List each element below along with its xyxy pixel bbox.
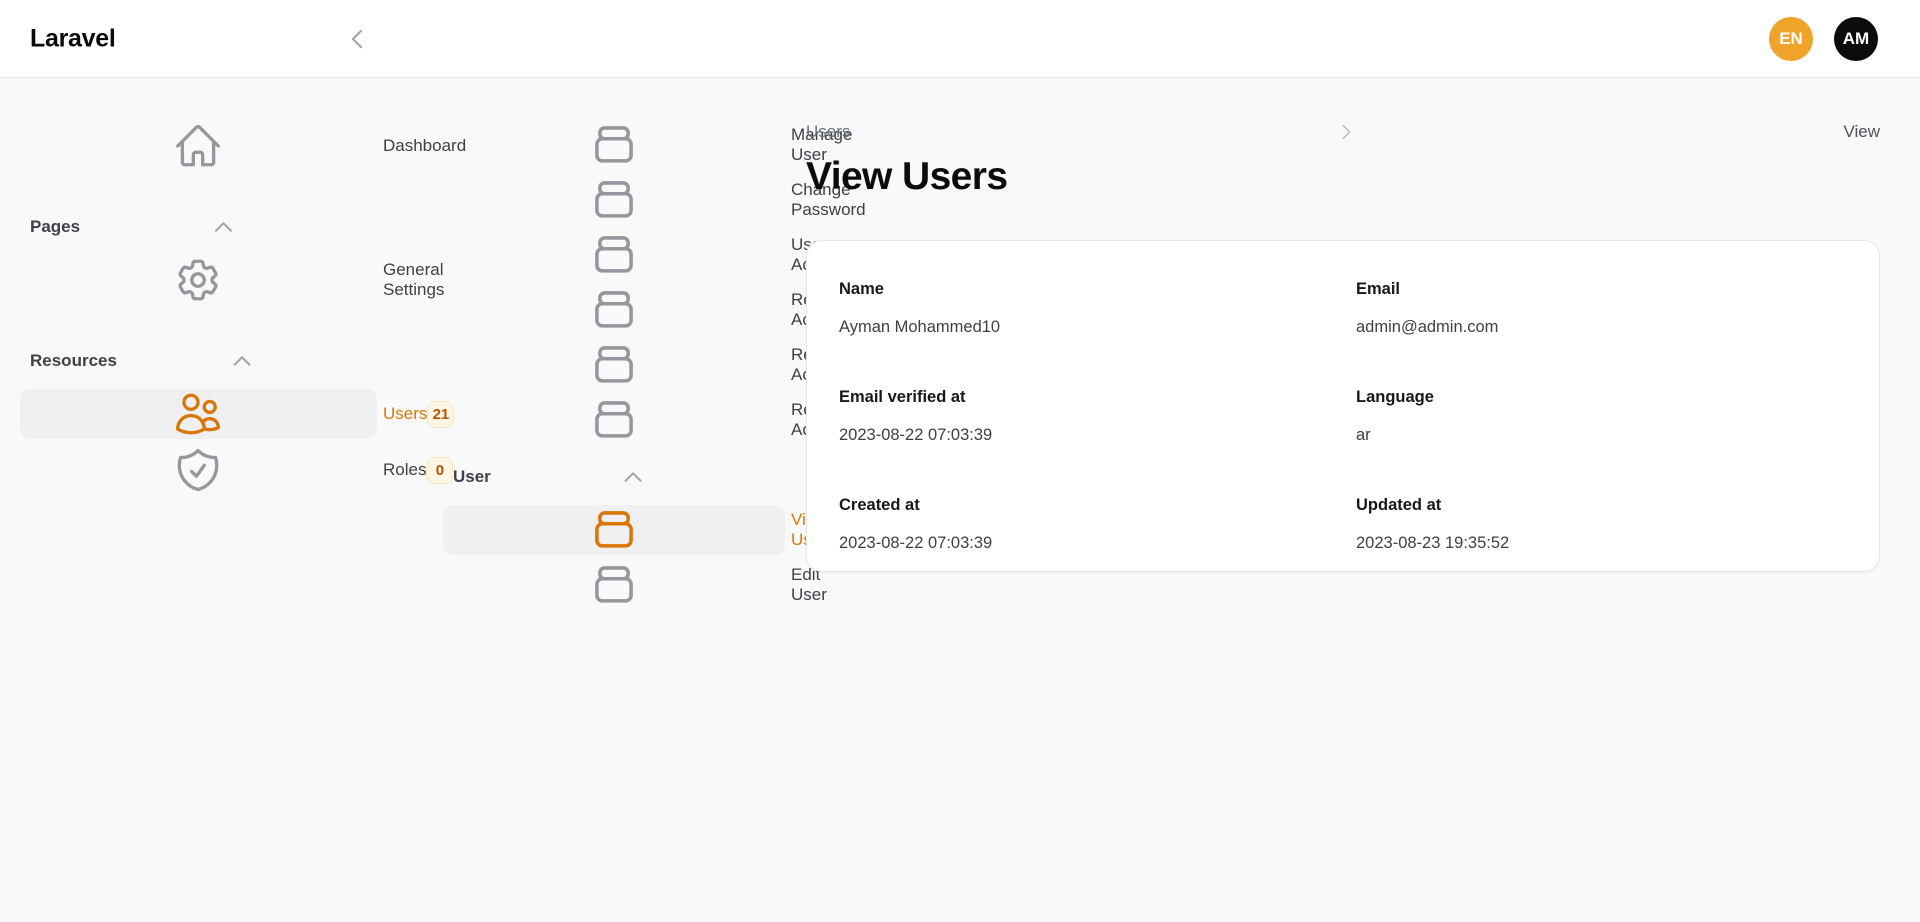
language-switcher-button[interactable]: EN — [1769, 17, 1813, 61]
archive-box-icon — [455, 395, 773, 445]
field-value: ar — [1356, 425, 1847, 445]
submenu: Manage User Change Password User Activit… — [443, 78, 785, 610]
breadcrumb-users-link[interactable]: Users — [806, 122, 850, 142]
gear-icon — [33, 255, 363, 305]
sidebar-collapse-button[interactable] — [340, 22, 374, 56]
topbar-right: EN AM — [1769, 17, 1878, 61]
app-logo[interactable]: Laravel — [30, 24, 115, 53]
sidebar-section-pages: Pages — [20, 215, 377, 239]
user-details-card: Name Ayman Mohammed10 Email admin@admin.… — [806, 240, 1880, 572]
section-label: Resources — [30, 351, 117, 371]
field-value: Ayman Mohammed10 — [839, 317, 1330, 337]
sidebar-item-roles[interactable]: Roles 0 — [20, 445, 377, 495]
sidebar-item-dashboard[interactable]: Dashboard — [20, 121, 377, 171]
topbar: Laravel EN AM — [0, 0, 1920, 78]
archive-box-icon — [455, 175, 773, 225]
main-content: Users View View Users Name Ayman Mohamme… — [806, 78, 1880, 572]
archive-box-icon — [455, 230, 773, 280]
archive-box-icon — [455, 120, 773, 170]
archive-box-icon — [455, 340, 773, 390]
field-email: Email admin@admin.com — [1356, 279, 1847, 337]
sidebar-section-resources: Resources — [20, 349, 377, 373]
archive-box-icon — [455, 285, 773, 335]
breadcrumb: Users View — [806, 122, 1880, 142]
field-label: Updated at — [1356, 495, 1847, 515]
submenu-item-record-activities-2[interactable]: Record Activities 6 — [443, 340, 785, 390]
users-icon — [33, 389, 363, 439]
field-value: 2023-08-22 07:03:39 — [839, 425, 1330, 445]
page-title: View Users — [806, 154, 1880, 200]
shield-check-icon — [33, 445, 363, 495]
section-label: Pages — [30, 217, 80, 237]
section-label: User — [453, 467, 491, 487]
submenu-item-change-password[interactable]: Change Password — [443, 175, 785, 225]
sidebar-item-users[interactable]: Users 21 — [20, 389, 377, 439]
field-updated-at: Updated at 2023-08-23 19:35:52 — [1356, 495, 1847, 553]
field-label: Email — [1356, 279, 1847, 299]
user-menu-avatar[interactable]: AM — [1834, 17, 1878, 61]
submenu-item-user-activities[interactable]: User Activities 6 — [443, 230, 785, 280]
chevron-up-icon[interactable] — [80, 215, 367, 239]
submenu-item-record-activities-1[interactable]: Record Activities 6 — [443, 285, 785, 335]
sidebar: Dashboard Pages General Settings Resourc… — [20, 78, 377, 495]
sidebar-item-label: Users — [383, 404, 427, 424]
submenu-item-record-activities-3[interactable]: Record Activities 6 — [443, 395, 785, 445]
field-value: 2023-08-22 07:03:39 — [839, 533, 1330, 553]
field-language: Language ar — [1356, 387, 1847, 445]
chevron-left-icon — [344, 26, 370, 52]
field-name: Name Ayman Mohammed10 — [839, 279, 1330, 337]
chevron-up-icon[interactable] — [491, 465, 775, 489]
archive-box-icon — [455, 505, 773, 555]
breadcrumb-current: View — [1843, 122, 1880, 142]
field-label: Language — [1356, 387, 1847, 407]
submenu-item-view-user[interactable]: View User — [443, 505, 785, 555]
chevron-right-icon — [862, 122, 1831, 142]
field-email-verified-at: Email verified at 2023-08-22 07:03:39 — [839, 387, 1330, 445]
field-label: Name — [839, 279, 1330, 299]
sidebar-item-general-settings[interactable]: General Settings — [20, 255, 377, 305]
field-value: admin@admin.com — [1356, 317, 1847, 337]
submenu-item-manage-user[interactable]: Manage User — [443, 120, 785, 170]
sidebar-item-label: Roles — [383, 460, 426, 480]
sidebar-item-label: General Settings — [383, 260, 444, 300]
submenu-item-edit-user[interactable]: Edit User — [443, 560, 785, 610]
archive-box-icon — [455, 560, 773, 610]
chevron-up-icon[interactable] — [117, 349, 367, 373]
submenu-section-user: User — [443, 465, 785, 489]
field-label: Email verified at — [839, 387, 1330, 407]
home-icon — [33, 121, 363, 171]
field-label: Created at — [839, 495, 1330, 515]
field-created-at: Created at 2023-08-22 07:03:39 — [839, 495, 1330, 553]
field-value: 2023-08-23 19:35:52 — [1356, 533, 1847, 553]
